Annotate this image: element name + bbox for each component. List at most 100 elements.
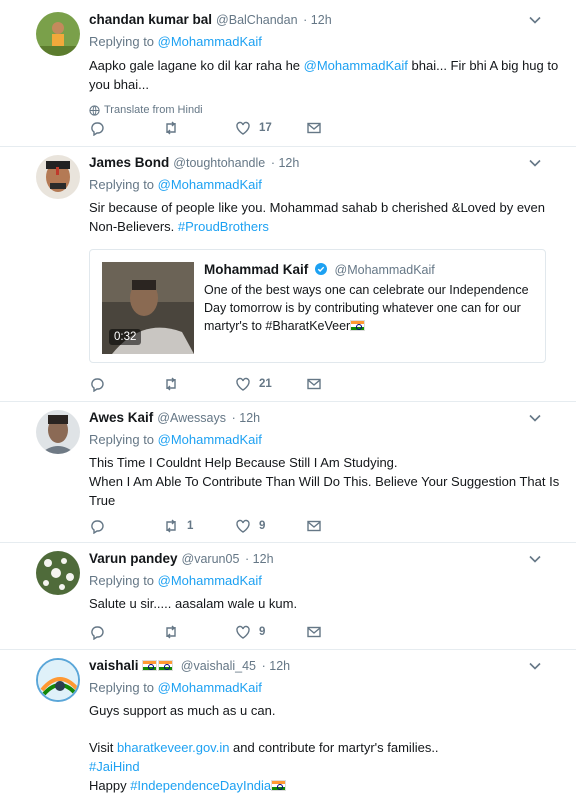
tweet-5: vaishali @vaishali_45 · 12h Replying to …	[0, 650, 576, 800]
reply-icon	[91, 122, 104, 136]
video-thumbnail[interactable]: 0:32	[102, 262, 194, 354]
retweet-icon	[166, 625, 176, 639]
like-button[interactable]: 9	[235, 624, 306, 640]
like-count: 9	[259, 626, 266, 638]
like-button[interactable]: 21	[235, 376, 306, 392]
timestamp[interactable]: · 12h	[232, 411, 261, 425]
reply-button[interactable]	[89, 518, 163, 534]
mail-icon	[307, 122, 321, 134]
like-button[interactable]: 9	[235, 518, 306, 534]
message-button[interactable]	[306, 518, 322, 534]
like-count: 17	[259, 122, 272, 134]
retweet-button[interactable]: 1	[163, 518, 235, 534]
hashtag-link[interactable]: #IndependenceDayIndia	[130, 778, 271, 793]
heart-icon	[236, 377, 250, 391]
quoted-text: One of the best ways one can celebrate o…	[204, 283, 529, 333]
reply-button[interactable]	[89, 120, 163, 136]
avatar[interactable]	[36, 658, 80, 702]
user-name[interactable]: vaishali	[89, 658, 139, 673]
user-name[interactable]: Awes Kaif	[89, 410, 153, 425]
retweet-icon	[166, 121, 176, 135]
user-name[interactable]: chandan kumar bal	[89, 12, 212, 27]
hashtag-link[interactable]: #JaiHind	[89, 757, 560, 776]
timestamp[interactable]: · 12h	[271, 156, 300, 170]
tweet-text: Sir because of people like you. Mohammad…	[89, 200, 546, 234]
avatar[interactable]	[36, 12, 80, 56]
user-name[interactable]: Varun pandey	[89, 551, 178, 566]
translate-button[interactable]: Translate from Hindi	[89, 104, 560, 116]
replying-to: Replying to @MohammadKaif	[89, 573, 262, 588]
verified-badge-icon	[314, 263, 327, 275]
quoted-user-handle: @MohammadKaif	[334, 263, 435, 277]
heart-icon	[236, 519, 250, 533]
replying-to: Replying to @MohammadKaif	[89, 432, 262, 447]
tweet-3: Awes Kaif @Awessays · 12h Replying to @Mo…	[0, 402, 576, 543]
reply-button[interactable]	[89, 376, 163, 392]
timestamp[interactable]: · 12h	[303, 13, 332, 27]
like-button[interactable]: 17	[235, 120, 306, 136]
chevron-down-icon[interactable]	[528, 13, 542, 27]
india-flag-icon	[350, 320, 366, 331]
retweet-icon	[166, 519, 176, 533]
timestamp[interactable]: · 12h	[262, 659, 291, 673]
message-button[interactable]	[306, 376, 322, 392]
replying-to: Replying to @MohammadKaif	[89, 34, 262, 49]
tweet-4: Varun pandey @varun05 · 12h Replying to @…	[0, 543, 576, 650]
mail-icon	[307, 520, 321, 532]
message-button[interactable]	[306, 120, 322, 136]
heart-icon	[236, 121, 250, 135]
chevron-down-icon[interactable]	[528, 552, 542, 566]
chevron-down-icon[interactable]	[528, 156, 542, 170]
chevron-down-icon[interactable]	[528, 659, 542, 673]
hashtag-link[interactable]: #ProudBrothers	[178, 219, 269, 234]
heart-icon	[236, 625, 250, 639]
retweet-count: 1	[187, 520, 194, 532]
india-flag-icon	[142, 660, 158, 671]
reply-icon	[91, 520, 104, 534]
tweet-text: This Time I Couldnt Help Because Still I…	[89, 455, 560, 508]
reply-mention-link[interactable]: @MohammadKaif	[158, 34, 262, 49]
tweet-1: chandan kumar bal @BalChandan · 12h Reply…	[0, 0, 576, 147]
chevron-down-icon[interactable]	[528, 411, 542, 425]
reply-icon	[91, 626, 104, 640]
quoted-user-name: Mohammad Kaif	[204, 262, 309, 277]
user-name[interactable]: James Bond	[89, 155, 169, 170]
tweet-text: Aapko gale lagane ko dil kar raha he @Mo…	[89, 58, 559, 92]
timestamp[interactable]: · 12h	[245, 552, 274, 566]
reply-mention-link[interactable]: @MohammadKaif	[158, 680, 262, 695]
reply-button[interactable]	[89, 624, 163, 640]
like-count: 9	[259, 520, 266, 532]
video-duration: 0:32	[109, 329, 142, 345]
tweet-text: Guys support as much as u can. Visit bha…	[89, 701, 560, 795]
retweet-button[interactable]	[163, 120, 235, 136]
replying-to: Replying to @MohammadKaif	[89, 177, 262, 192]
user-handle[interactable]: @Awessays	[157, 411, 226, 425]
retweet-icon	[166, 377, 176, 391]
like-count: 21	[259, 378, 272, 390]
mail-icon	[307, 378, 321, 390]
message-button[interactable]	[306, 624, 322, 640]
tweet-2: James Bond @toughtohandle · 12h Replying …	[0, 147, 576, 402]
user-handle[interactable]: @toughtohandle	[173, 156, 265, 170]
avatar[interactable]	[36, 551, 80, 595]
india-flag-icon	[271, 780, 287, 791]
retweet-button[interactable]	[163, 376, 235, 392]
mail-icon	[307, 626, 321, 638]
india-flag-icon	[158, 660, 174, 671]
reply-icon	[91, 378, 104, 392]
mention-link[interactable]: @MohammadKaif	[304, 58, 408, 73]
retweet-button[interactable]	[163, 624, 235, 640]
reply-mention-link[interactable]: @MohammadKaif	[158, 177, 262, 192]
reply-mention-link[interactable]: @MohammadKaif	[158, 432, 262, 447]
reply-mention-link[interactable]: @MohammadKaif	[158, 573, 262, 588]
user-handle[interactable]: @BalChandan	[216, 13, 298, 27]
replying-to: Replying to @MohammadKaif	[89, 680, 262, 695]
globe-icon	[89, 104, 100, 116]
avatar[interactable]	[36, 410, 80, 454]
tweet-text: Salute u sir..... aasalam wale u kum.	[89, 596, 298, 611]
avatar[interactable]	[36, 155, 80, 199]
user-handle[interactable]: @vaishali_45	[181, 659, 256, 673]
website-link[interactable]: bharatkeveer.gov.in	[117, 740, 230, 755]
quoted-tweet[interactable]: 0:32 Mohammad Kaif @MohammadKaif One of …	[89, 249, 546, 363]
user-handle[interactable]: @varun05	[182, 552, 240, 566]
